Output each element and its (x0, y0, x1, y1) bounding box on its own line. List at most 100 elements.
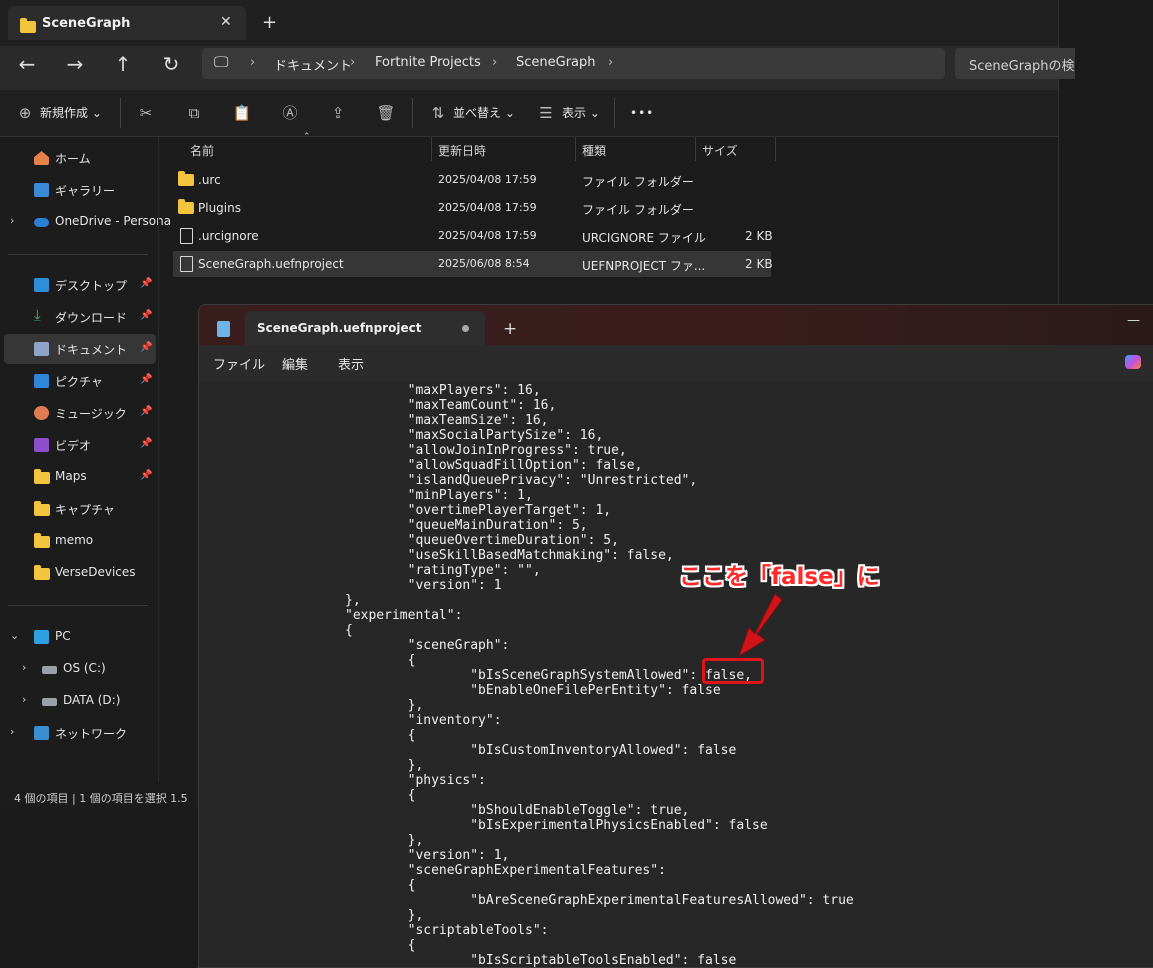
back-arrow-icon[interactable]: ← (11, 48, 43, 80)
explorer-tab[interactable]: SceneGraph ✕ (8, 6, 246, 40)
delete-icon[interactable]: 🗑 (375, 102, 397, 124)
sidebar-item-versedevices[interactable]: VerseDevices (0, 558, 158, 588)
text-editor[interactable]: "maxPlayers": 16, "maxTeamCount": 16, "m… (199, 381, 1153, 967)
share-icon[interactable]: ⇪ (327, 102, 349, 124)
notepad-tab[interactable]: SceneGraph.uefnproject (245, 311, 485, 345)
notepad-tab-title: SceneGraph.uefnproject (257, 321, 422, 335)
code-line: { (345, 728, 416, 743)
column-divider[interactable] (575, 137, 576, 161)
computer-icon: 🖵 (214, 53, 229, 71)
music-icon (34, 406, 49, 420)
up-arrow-icon[interactable]: ↑ (107, 48, 139, 80)
sidebar-item-label: ギャラリー (55, 184, 116, 198)
chevron-right-icon[interactable]: › (10, 214, 14, 227)
paste-icon[interactable]: 📋 (231, 102, 253, 124)
code-line: "ratingType": "", (345, 563, 541, 578)
code-line: "allowJoinInProgress": true, (345, 443, 627, 458)
forward-arrow-icon[interactable]: → (59, 48, 91, 80)
pin-icon: 📌 (140, 406, 153, 417)
pin-icon: 📌 (140, 278, 153, 289)
sidebar-item-label: ミュージック (55, 407, 127, 421)
pin-icon: 📌 (140, 342, 153, 353)
sidebar-item-maps[interactable]: Maps 📌 (0, 462, 158, 492)
sidebar-item-music[interactable]: ミュージック 📌 (0, 398, 158, 428)
sidebar-item-drive-c[interactable]: › OS (C:) (0, 654, 158, 684)
new-tab-button[interactable]: + (503, 319, 517, 339)
code-line: "useSkillBasedMatchmaking": false, (345, 548, 674, 563)
sidebar-item-pc[interactable]: ⌄ PC (0, 622, 158, 652)
sidebar-item-memo[interactable]: memo (0, 526, 158, 556)
address-bar[interactable]: 🖵 › ドキュメント › Fortnite Projects › SceneGr… (202, 48, 945, 79)
column-header-name[interactable]: 名前 (190, 142, 214, 159)
sidebar-item-home[interactable]: ホーム (0, 143, 158, 173)
sidebar-item-network[interactable]: › ネットワーク (0, 718, 158, 748)
file-size: 2 KB (745, 229, 773, 243)
unsaved-dot-icon[interactable] (462, 325, 469, 332)
sidebar-item-label: Maps (55, 469, 87, 483)
menu-edit[interactable]: 編集 (282, 354, 308, 373)
code-line: "bIsExperimentalPhysicsEnabled": false (345, 818, 768, 833)
file-row-selected[interactable]: SceneGraph.uefnproject 2025/06/08 8:54 U… (173, 251, 773, 277)
breadcrumb-scenegraph[interactable]: SceneGraph (516, 55, 596, 70)
menu-file[interactable]: ファイル (213, 354, 265, 373)
column-header-type[interactable]: 種類 (582, 142, 606, 159)
pin-icon: 📌 (140, 470, 153, 481)
code-line: { (345, 623, 353, 638)
sidebar-item-documents[interactable]: ドキュメント 📌 (4, 334, 156, 364)
code-line: { (345, 938, 416, 953)
sidebar-item-desktop[interactable]: デスクトップ 📌 (0, 270, 158, 300)
new-tab-button[interactable]: + (262, 12, 277, 33)
search-input[interactable]: SceneGraphの検 (955, 48, 1075, 79)
column-header-date[interactable]: 更新日時 (438, 142, 486, 159)
sidebar-item-label: OneDrive - Persona (55, 214, 172, 228)
breadcrumb-fortnite-projects[interactable]: Fortnite Projects (375, 55, 481, 70)
code-line: "maxSocialPartySize": 16, (345, 428, 604, 443)
code-line: "physics": (345, 773, 486, 788)
download-icon: ⤓ (34, 306, 41, 324)
column-divider[interactable] (695, 137, 696, 161)
more-options-button[interactable]: ••• (630, 100, 654, 126)
sidebar-item-capture[interactable]: キャプチャ (0, 494, 158, 524)
file-date: 2025/04/08 17:59 (438, 229, 537, 242)
close-tab-icon[interactable]: ✕ (220, 14, 232, 30)
file-row[interactable]: .urc 2025/04/08 17:59 ファイル フォルダー (173, 167, 771, 193)
code-line: "maxTeamCount": 16, (345, 398, 557, 413)
chevron-right-icon[interactable]: › (22, 661, 26, 674)
view-button[interactable]: 表示 ⌄ (562, 100, 600, 126)
code-line: "maxTeamSize": 16, (345, 413, 549, 428)
minimize-button[interactable]: — (1127, 313, 1140, 328)
file-size: 2 KB (745, 257, 773, 271)
code-line: "bIsSceneGraphSystemAllowed": false, (345, 668, 752, 683)
column-divider[interactable] (431, 137, 432, 161)
sidebar-item-pictures[interactable]: ピクチャ 📌 (0, 366, 158, 396)
chevron-right-icon[interactable]: › (22, 693, 26, 706)
copilot-icon[interactable] (1125, 355, 1141, 369)
home-icon (34, 151, 49, 165)
column-divider[interactable] (775, 137, 776, 161)
refresh-icon[interactable]: ↻ (155, 48, 187, 80)
sort-button[interactable]: 並べ替え ⌄ (453, 100, 515, 126)
file-date: 2025/04/08 17:59 (438, 173, 537, 186)
chevron-right-icon[interactable]: › (10, 725, 14, 738)
code-line: "bIsScriptableToolsEnabled": false (345, 953, 737, 967)
sidebar-item-gallery[interactable]: ギャラリー (0, 175, 158, 205)
sidebar-item-videos[interactable]: ビデオ 📌 (0, 430, 158, 460)
sidebar-item-downloads[interactable]: ⤓ ダウンロード 📌 (0, 302, 158, 332)
new-button[interactable]: 新規作成 ⌄ (40, 100, 102, 126)
cut-icon[interactable]: ✂ (135, 102, 157, 124)
sidebar-item-onedrive[interactable]: › OneDrive - Persona (0, 207, 171, 237)
file-row[interactable]: .urcignore 2025/04/08 17:59 URCIGNORE ファ… (173, 223, 773, 249)
network-icon (34, 726, 49, 740)
chevron-down-icon[interactable]: ⌄ (10, 629, 19, 642)
sidebar-item-drive-d[interactable]: › DATA (D:) (0, 686, 158, 716)
code-line: "allowSquadFillOption": false, (345, 458, 643, 473)
rename-icon[interactable]: Ⓐ (279, 102, 301, 124)
breadcrumb-chevron-icon: › (608, 55, 614, 70)
breadcrumb-documents[interactable]: ドキュメント (274, 55, 352, 74)
file-row[interactable]: Plugins 2025/04/08 17:59 ファイル フォルダー (173, 195, 771, 221)
copy-icon[interactable]: ⧉ (183, 102, 205, 124)
folder-icon (34, 533, 50, 550)
code-line: { (345, 653, 416, 668)
menu-view[interactable]: 表示 (338, 354, 364, 373)
column-header-size[interactable]: サイズ (702, 142, 738, 159)
